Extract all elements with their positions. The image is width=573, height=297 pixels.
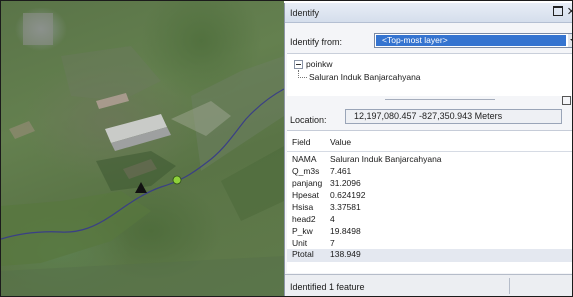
table-row[interactable]: P_kw 19.8498 — [287, 226, 572, 237]
table-row[interactable]: Q_m3s 7.461 — [287, 166, 572, 177]
tree-layer-node[interactable]: poinkw — [306, 59, 332, 69]
table-row[interactable]: panjang 31.2096 — [287, 178, 572, 189]
value-cell: 4 — [330, 214, 335, 224]
field-cell: Q_m3s — [292, 166, 320, 176]
attribute-table: Field Value NAMA Saluran Induk Banjarcah… — [287, 130, 572, 273]
screenshot-frame: Identify ✕ Identify from: <Top-most laye… — [0, 0, 573, 297]
header-divider — [287, 151, 572, 152]
window-title: Identify — [290, 8, 320, 18]
results-tree[interactable]: poinkw Saluran Induk Banjarcahyana — [287, 53, 572, 96]
value-column-header[interactable]: Value — [330, 137, 351, 147]
field-cell: P_kw — [292, 226, 313, 236]
maximize-icon[interactable] — [553, 6, 563, 16]
title-bar[interactable]: Identify ✕ — [285, 3, 572, 23]
table-row[interactable]: NAMA Saluran Induk Banjarcahyana — [287, 154, 572, 165]
table-row[interactable]: Hpesat 0.624192 — [287, 190, 572, 201]
value-cell: Saluran Induk Banjarcahyana — [330, 154, 442, 164]
table-row[interactable]: Unit 7 — [287, 238, 572, 249]
value-cell: 19.8498 — [330, 226, 361, 236]
pin-icon[interactable] — [562, 96, 571, 105]
pane-splitter[interactable] — [385, 99, 495, 100]
satellite-imagery — [1, 13, 284, 296]
value-cell: 3.37581 — [330, 202, 361, 212]
tree-connector — [298, 70, 307, 78]
status-bar: Identified 1 feature — [285, 274, 572, 296]
collapse-icon[interactable] — [294, 60, 303, 69]
status-divider — [509, 278, 510, 294]
dropdown-selected-value: <Top-most layer> — [376, 35, 566, 46]
value-cell: 0.624192 — [330, 190, 366, 200]
field-cell: panjang — [292, 178, 323, 188]
table-row[interactable]: Ptotal 138.949 — [287, 249, 572, 262]
value-cell: 7.461 — [330, 166, 352, 176]
green-point-icon[interactable] — [172, 175, 182, 185]
value-cell: 138.949 — [330, 249, 361, 259]
identify-from-label: Identify from: — [290, 37, 343, 47]
identify-panel: Identify ✕ Identify from: <Top-most laye… — [284, 3, 572, 296]
field-cell: Hpesat — [292, 190, 319, 200]
field-cell: head2 — [292, 214, 316, 224]
table-row[interactable]: Hsisa 3.37581 — [287, 202, 572, 213]
table-row[interactable]: head2 4 — [287, 214, 572, 225]
close-icon[interactable]: ✕ — [567, 5, 572, 18]
status-text: Identified 1 feature — [290, 282, 365, 292]
field-cell: Hsisa — [292, 202, 314, 212]
field-cell: NAMA — [292, 154, 317, 164]
chevron-down-icon[interactable] — [568, 34, 572, 47]
map-view[interactable] — [1, 1, 284, 296]
field-column-header[interactable]: Field — [292, 137, 310, 147]
location-field[interactable]: 12,197,080.457 -827,350.943 Meters — [345, 109, 562, 124]
value-cell: 31.2096 — [330, 178, 361, 188]
value-cell: 7 — [330, 238, 335, 248]
field-cell: Unit — [292, 238, 308, 248]
location-label: Location: — [290, 115, 327, 125]
tree-feature-node[interactable]: Saluran Induk Banjarcahyana — [309, 72, 421, 82]
field-cell: Ptotal — [292, 249, 314, 259]
map-canvas[interactable] — [1, 1, 284, 296]
identify-from-dropdown[interactable]: <Top-most layer> — [374, 33, 572, 48]
